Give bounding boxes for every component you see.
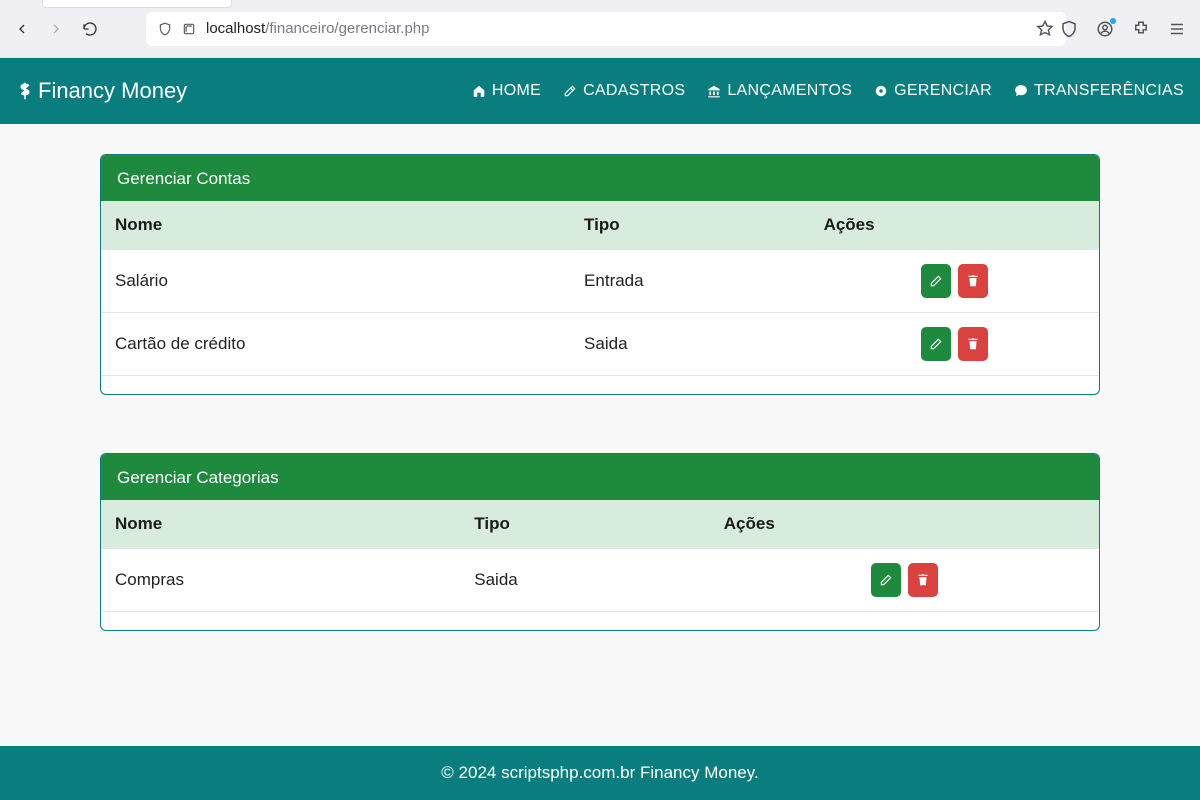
cell-tipo: Entrada <box>570 250 810 313</box>
cell-nome: Compras <box>101 549 460 612</box>
brand-text: Financy Money <box>38 78 187 104</box>
card-categorias-title: Gerenciar Categorias <box>101 454 1099 500</box>
back-icon[interactable] <box>14 21 30 37</box>
card-contas: Gerenciar Contas Nome Tipo Ações Salário… <box>100 154 1100 395</box>
cell-tipo: Saida <box>460 549 710 612</box>
nav-links: HOME CADASTROS LANÇAMENTOS GERENCIAR TRA… <box>472 82 1184 100</box>
eye-icon <box>874 84 888 98</box>
th-nome: Nome <box>101 201 570 250</box>
th-acoes: Ações <box>810 201 1099 250</box>
th-tipo: Tipo <box>570 201 810 250</box>
nav-cadastros[interactable]: CADASTROS <box>563 82 685 100</box>
nav-gerenciar[interactable]: GERENCIAR <box>874 82 992 100</box>
info-icon <box>182 22 196 36</box>
edit-button[interactable] <box>921 264 951 298</box>
table-row: Cartão de crédito Saida <box>101 313 1099 376</box>
edit-icon <box>563 84 577 98</box>
shield-icon <box>158 22 172 36</box>
cell-tipo: Saida <box>570 313 810 376</box>
forward-icon[interactable] <box>48 21 64 37</box>
browser-right-icons <box>1060 20 1186 38</box>
content: Gerenciar Contas Nome Tipo Ações Salário… <box>0 124 1200 729</box>
th-acoes: Ações <box>710 500 1099 549</box>
table-row: Compras Saida <box>101 549 1099 612</box>
dollar-icon <box>16 80 34 102</box>
bookmark-icon[interactable] <box>1036 20 1054 38</box>
th-tipo: Tipo <box>460 500 710 549</box>
bank-icon <box>707 84 721 98</box>
app-navbar: Financy Money HOME CADASTROS LANÇAMENTOS… <box>0 58 1200 124</box>
delete-button[interactable] <box>958 264 988 298</box>
url-bar[interactable]: localhost/financeiro/gerenciar.php <box>146 12 1066 46</box>
table-contas: Nome Tipo Ações Salário Entrada Cartão d… <box>101 201 1099 376</box>
th-nome: Nome <box>101 500 460 549</box>
edit-button[interactable] <box>921 327 951 361</box>
reload-icon[interactable] <box>82 21 98 37</box>
delete-button[interactable] <box>958 327 988 361</box>
table-categorias: Nome Tipo Ações Compras Saida <box>101 500 1099 612</box>
menu-icon[interactable] <box>1168 20 1186 38</box>
home-icon <box>472 84 486 98</box>
nav-transferencias-label: TRANSFERÊNCIAS <box>1034 82 1184 100</box>
nav-home[interactable]: HOME <box>472 82 541 100</box>
brand[interactable]: Financy Money <box>16 78 187 104</box>
browser-toolbar: localhost/financeiro/gerenciar.php <box>0 0 1200 58</box>
nav-home-label: HOME <box>492 82 541 100</box>
nav-lancamentos-label: LANÇAMENTOS <box>727 82 852 100</box>
card-contas-title: Gerenciar Contas <box>101 155 1099 201</box>
browser-tab-stub <box>42 0 232 8</box>
extension-icon[interactable] <box>1132 20 1150 38</box>
card-categorias: Gerenciar Categorias Nome Tipo Ações Com… <box>100 453 1100 631</box>
nav-lancamentos[interactable]: LANÇAMENTOS <box>707 82 852 100</box>
nav-gerenciar-label: GERENCIAR <box>894 82 992 100</box>
cell-acoes <box>710 549 1099 612</box>
footer-text: © 2024 scriptsphp.com.br Financy Money. <box>441 763 758 782</box>
cell-nome: Salário <box>101 250 570 313</box>
url-path: /financeiro/gerenciar.php <box>265 20 429 37</box>
delete-button[interactable] <box>908 563 938 597</box>
url-domain: localhost <box>206 20 265 37</box>
account-icon[interactable] <box>1096 20 1114 38</box>
table-footer-spacer <box>101 376 1099 394</box>
nav-transferencias[interactable]: TRANSFERÊNCIAS <box>1014 82 1184 100</box>
table-footer-spacer <box>101 612 1099 630</box>
protection-icon[interactable] <box>1060 20 1078 38</box>
footer: © 2024 scriptsphp.com.br Financy Money. <box>0 746 1200 800</box>
cell-nome: Cartão de crédito <box>101 313 570 376</box>
cell-acoes <box>810 313 1099 376</box>
cell-acoes <box>810 250 1099 313</box>
table-row: Salário Entrada <box>101 250 1099 313</box>
edit-button[interactable] <box>871 563 901 597</box>
comment-dollar-icon <box>1014 84 1028 98</box>
nav-cadastros-label: CADASTROS <box>583 82 685 100</box>
url-text: localhost/financeiro/gerenciar.php <box>206 20 429 37</box>
